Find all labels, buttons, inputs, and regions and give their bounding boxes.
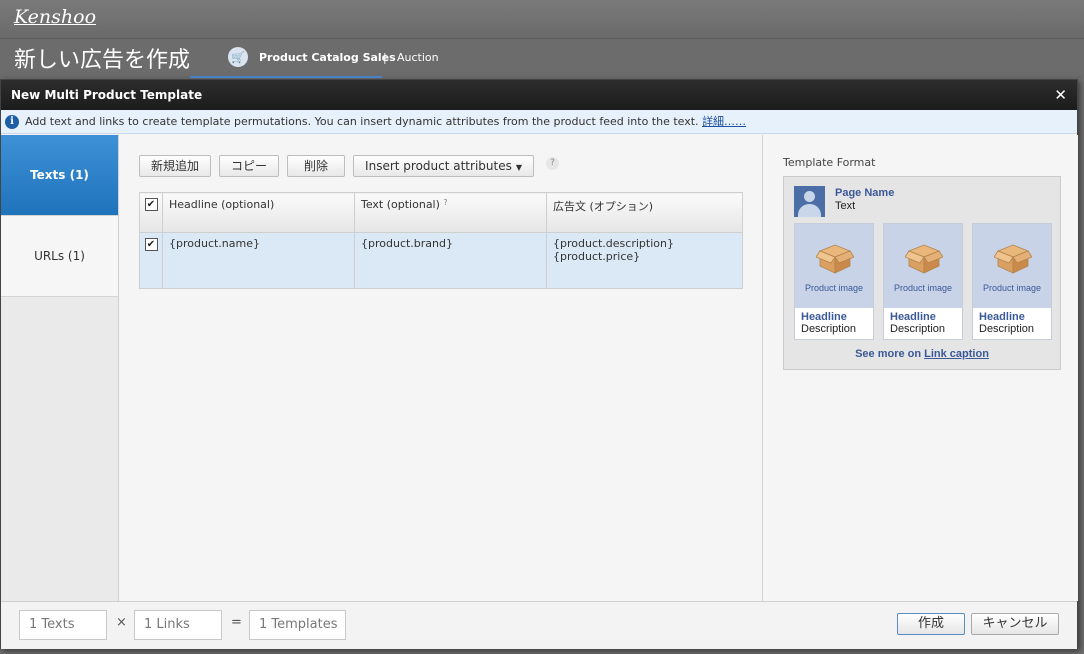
- row-checkbox[interactable]: ✔: [144, 238, 158, 251]
- create-button[interactable]: 作成: [897, 613, 965, 635]
- page-title-bar: 新しい広告を作成 🛒 Product Catalog Sales | Aucti…: [0, 38, 1084, 78]
- equals-sign: =: [231, 615, 242, 630]
- card-description: Description: [890, 323, 946, 335]
- info-details-link[interactable]: 詳細……: [702, 115, 746, 128]
- headline-column-header[interactable]: Headline (optional): [162, 192, 355, 233]
- select-all-cell: ✔: [139, 192, 163, 233]
- app-header: Kenshoo: [0, 0, 1084, 38]
- info-bar: i Add text and links to create template …: [1, 110, 1077, 134]
- ad-preview: Page Name Text Product image Headline De…: [783, 176, 1061, 370]
- card-headline: Headline: [890, 311, 936, 323]
- table-row[interactable]: ✔ {product.name} {product.brand} {produc…: [139, 232, 743, 289]
- headline-cell[interactable]: {product.name}: [162, 232, 355, 289]
- preview-page-text: Text: [835, 200, 856, 212]
- box-icon: [816, 244, 854, 274]
- text-column-header[interactable]: Text (optional) ?: [354, 192, 547, 233]
- texts-toolbar: 新規追加 コピー 削除 Insert product attributes ▼ ?: [139, 155, 559, 177]
- table-header-row: ✔ Headline (optional) Text (optional) ? …: [139, 192, 743, 233]
- add-new-button[interactable]: 新規追加: [139, 155, 212, 177]
- text-cell[interactable]: {product.brand}: [354, 232, 547, 289]
- card-description: Description: [979, 323, 1035, 335]
- card-headline: Headline: [979, 311, 1025, 323]
- new-multi-product-template-dialog: New Multi Product Template ✕ i Add text …: [0, 79, 1078, 649]
- multiply-sign: ×: [116, 615, 127, 630]
- select-all-checkbox[interactable]: ✔: [144, 198, 158, 211]
- templates-count-field: 1 Templates: [249, 610, 346, 640]
- shopping-cart-icon: 🛒: [228, 47, 248, 67]
- tab-urls-label: URLs (1): [34, 249, 85, 263]
- template-format-title: Template Format: [783, 156, 876, 169]
- links-count-field: 1 Links: [134, 610, 222, 640]
- copy-button[interactable]: コピー: [219, 155, 280, 177]
- insert-product-attributes-label: Insert product attributes: [365, 159, 512, 173]
- kenshoo-logo[interactable]: Kenshoo: [14, 6, 96, 28]
- delete-button[interactable]: 削除: [287, 155, 346, 177]
- breadcrumb-auction[interactable]: Auction: [397, 51, 439, 64]
- ad-text-column-header[interactable]: 広告文 (オプション): [546, 192, 743, 233]
- product-image-label: Product image: [893, 283, 953, 293]
- see-more-line: See more on Link caption: [784, 348, 1060, 360]
- ad-text-line-2: {product.price}: [553, 250, 641, 263]
- preview-page-name: Page Name: [835, 187, 895, 199]
- insert-product-attributes-button[interactable]: Insert product attributes ▼: [353, 155, 534, 177]
- texts-count-field: 1 Texts: [19, 610, 107, 640]
- caret-down-icon: ▼: [515, 163, 522, 172]
- carousel-card: Product image Headline Description: [794, 223, 874, 340]
- row-select-cell: ✔: [139, 232, 163, 289]
- help-icon[interactable]: ?: [546, 156, 559, 170]
- breadcrumb-product-catalog-sales[interactable]: Product Catalog Sales: [259, 51, 396, 64]
- text-help-icon[interactable]: ?: [443, 198, 447, 207]
- title-underline: [190, 76, 382, 78]
- tab-urls[interactable]: URLs (1): [1, 216, 118, 297]
- carousel-card: Product image Headline Description: [972, 223, 1052, 340]
- product-image-label: Product image: [804, 283, 864, 293]
- breadcrumb-separator: |: [383, 51, 387, 64]
- box-icon: [994, 244, 1032, 274]
- dialog-title: New Multi Product Template: [11, 88, 203, 102]
- product-image-placeholder: Product image: [795, 224, 873, 308]
- side-tabs: Texts (1) URLs (1): [1, 135, 119, 601]
- card-description: Description: [801, 323, 857, 335]
- cancel-button[interactable]: キャンセル: [971, 613, 1059, 635]
- page-title: 新しい広告を作成: [14, 48, 191, 73]
- ad-text-line-1: {product.description}: [553, 237, 674, 250]
- tab-texts-label: Texts (1): [30, 168, 89, 182]
- dialog-footer: 1 Texts × 1 Links = 1 Templates 作成 キャンセル: [1, 601, 1077, 649]
- carousel-card: Product image Headline Description: [883, 223, 963, 340]
- texts-table: ✔ Headline (optional) Text (optional) ? …: [139, 192, 743, 289]
- info-text: Add text and links to create template pe…: [25, 115, 703, 128]
- product-image-placeholder: Product image: [973, 224, 1051, 308]
- page-avatar-icon: [794, 186, 825, 217]
- product-image-placeholder: Product image: [884, 224, 962, 308]
- link-caption[interactable]: Link caption: [924, 348, 989, 360]
- close-icon[interactable]: ✕: [1054, 80, 1067, 110]
- template-format-panel: Template Format Page Name Text Product i…: [762, 135, 1078, 601]
- text-column-label: Text (optional): [361, 198, 440, 211]
- info-icon: i: [5, 115, 19, 129]
- texts-panel: 新規追加 コピー 削除 Insert product attributes ▼ ?…: [119, 135, 762, 601]
- tab-texts[interactable]: Texts (1): [1, 135, 118, 216]
- see-more-prefix: See more on: [855, 348, 925, 360]
- ad-text-cell[interactable]: {product.description} {product.price}: [546, 232, 743, 289]
- product-image-label: Product image: [982, 283, 1042, 293]
- box-icon: [905, 244, 943, 274]
- card-headline: Headline: [801, 311, 847, 323]
- dialog-title-bar: New Multi Product Template ✕: [1, 80, 1077, 110]
